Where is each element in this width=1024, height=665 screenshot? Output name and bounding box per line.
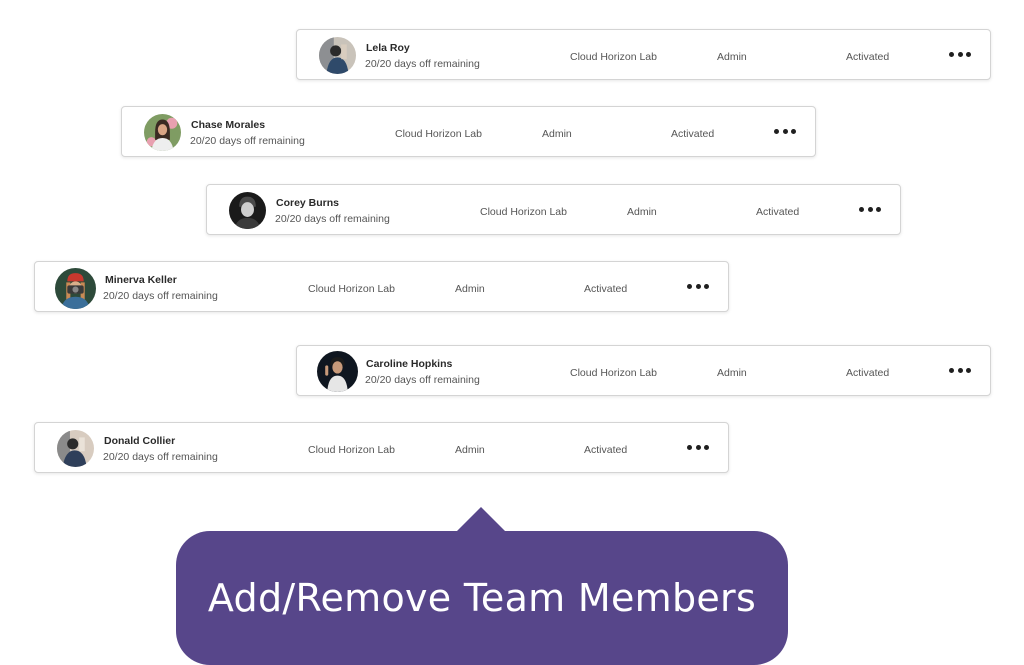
member-status: Activated — [846, 367, 890, 379]
avatar — [57, 430, 94, 467]
more-horizontal-icon[interactable] — [687, 440, 709, 454]
callout-pointer — [455, 507, 507, 533]
days-off-remaining: 20/20 days off remaining — [103, 451, 218, 463]
member-role: Admin — [717, 51, 747, 63]
member-status: Activated — [846, 51, 890, 63]
avatar — [317, 351, 358, 392]
member-role: Admin — [455, 283, 485, 295]
member-organization: Cloud Horizon Lab — [308, 444, 395, 456]
person-photo-avatar-icon — [144, 114, 181, 151]
member-name: Donald Collier — [104, 435, 176, 447]
more-horizontal-icon[interactable] — [859, 202, 881, 216]
avatar — [229, 192, 266, 229]
more-horizontal-icon[interactable] — [774, 124, 796, 138]
team-members-stage: Lela Roy 20/20 days off remaining Cloud … — [0, 0, 1024, 665]
person-photo-avatar-icon — [55, 268, 96, 309]
more-horizontal-icon[interactable] — [949, 47, 971, 61]
person-photo-avatar-icon — [319, 37, 356, 74]
member-status: Activated — [756, 206, 800, 218]
member-role: Admin — [627, 206, 657, 218]
member-name: Minerva Keller — [105, 274, 177, 286]
member-card: Corey Burns 20/20 days off remaining Clo… — [206, 184, 901, 235]
days-off-remaining: 20/20 days off remaining — [365, 58, 480, 70]
person-photo-avatar-icon — [57, 430, 94, 467]
days-off-remaining: 20/20 days off remaining — [190, 135, 305, 147]
callout-text: Add/Remove Team Members — [207, 576, 757, 620]
avatar — [319, 37, 356, 74]
member-name: Lela Roy — [366, 42, 410, 54]
member-card: Lela Roy 20/20 days off remaining Cloud … — [296, 29, 991, 80]
member-role: Admin — [717, 367, 747, 379]
more-horizontal-icon[interactable] — [949, 363, 971, 377]
member-organization: Cloud Horizon Lab — [480, 206, 567, 218]
member-card: Caroline Hopkins 20/20 days off remainin… — [296, 345, 991, 396]
days-off-remaining: 20/20 days off remaining — [275, 213, 390, 225]
member-name: Corey Burns — [276, 197, 340, 209]
member-organization: Cloud Horizon Lab — [570, 367, 657, 379]
member-organization: Cloud Horizon Lab — [308, 283, 395, 295]
avatar — [55, 268, 96, 309]
person-photo-avatar-icon — [229, 192, 266, 229]
member-role: Admin — [542, 128, 572, 140]
add-remove-team-members-callout[interactable]: Add/Remove Team Members — [176, 531, 788, 665]
member-organization: Cloud Horizon Lab — [395, 128, 482, 140]
days-off-remaining: 20/20 days off remaining — [365, 374, 480, 386]
member-role: Admin — [455, 444, 485, 456]
person-photo-avatar-icon — [317, 351, 358, 392]
member-status: Activated — [671, 128, 715, 140]
member-card: Donald Collier 20/20 days off remaining … — [34, 422, 729, 473]
more-horizontal-icon[interactable] — [687, 279, 709, 293]
member-status: Activated — [584, 283, 628, 295]
member-name: Caroline Hopkins — [366, 358, 453, 370]
days-off-remaining: 20/20 days off remaining — [103, 290, 218, 302]
member-organization: Cloud Horizon Lab — [570, 51, 657, 63]
member-card: Chase Morales 20/20 days off remaining C… — [121, 106, 816, 157]
member-card: Minerva Keller 20/20 days off remaining … — [34, 261, 729, 312]
member-status: Activated — [584, 444, 628, 456]
avatar — [144, 114, 181, 151]
member-name: Chase Morales — [191, 119, 266, 131]
